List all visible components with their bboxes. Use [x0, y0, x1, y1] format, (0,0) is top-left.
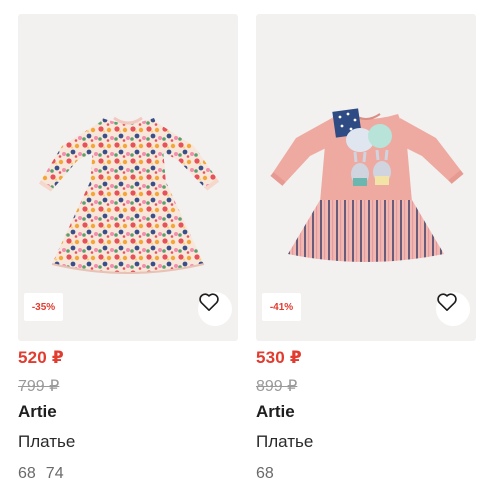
product-brand[interactable]: Artie	[256, 402, 295, 422]
product-price: 530 ₽	[256, 348, 302, 367]
heart-outline-icon	[199, 293, 219, 311]
product-old-price: 899 ₽	[256, 378, 298, 395]
product-image[interactable]: -41%	[256, 14, 476, 341]
discount-badge: -35%	[24, 293, 63, 321]
product-image[interactable]: -35%	[18, 14, 238, 341]
product-card[interactable]: -41%	[256, 14, 476, 341]
product-card[interactable]: -35%	[18, 14, 238, 341]
product-price: 520 ₽	[18, 348, 64, 367]
size-option[interactable]: 68	[18, 465, 36, 483]
favorite-button[interactable]	[198, 292, 232, 326]
product-category[interactable]: Платье	[256, 432, 313, 452]
heart-outline-icon	[437, 293, 457, 311]
discount-badge: -41%	[262, 293, 301, 321]
size-option[interactable]: 68	[256, 465, 274, 483]
favorite-button[interactable]	[436, 292, 470, 326]
product-sizes: 68	[256, 465, 274, 483]
product-old-price: 799 ₽	[18, 378, 60, 395]
product-sizes: 68 74	[18, 465, 64, 483]
product-brand[interactable]: Artie	[18, 402, 57, 422]
product-category[interactable]: Платье	[18, 432, 75, 452]
size-option[interactable]: 74	[46, 465, 64, 483]
